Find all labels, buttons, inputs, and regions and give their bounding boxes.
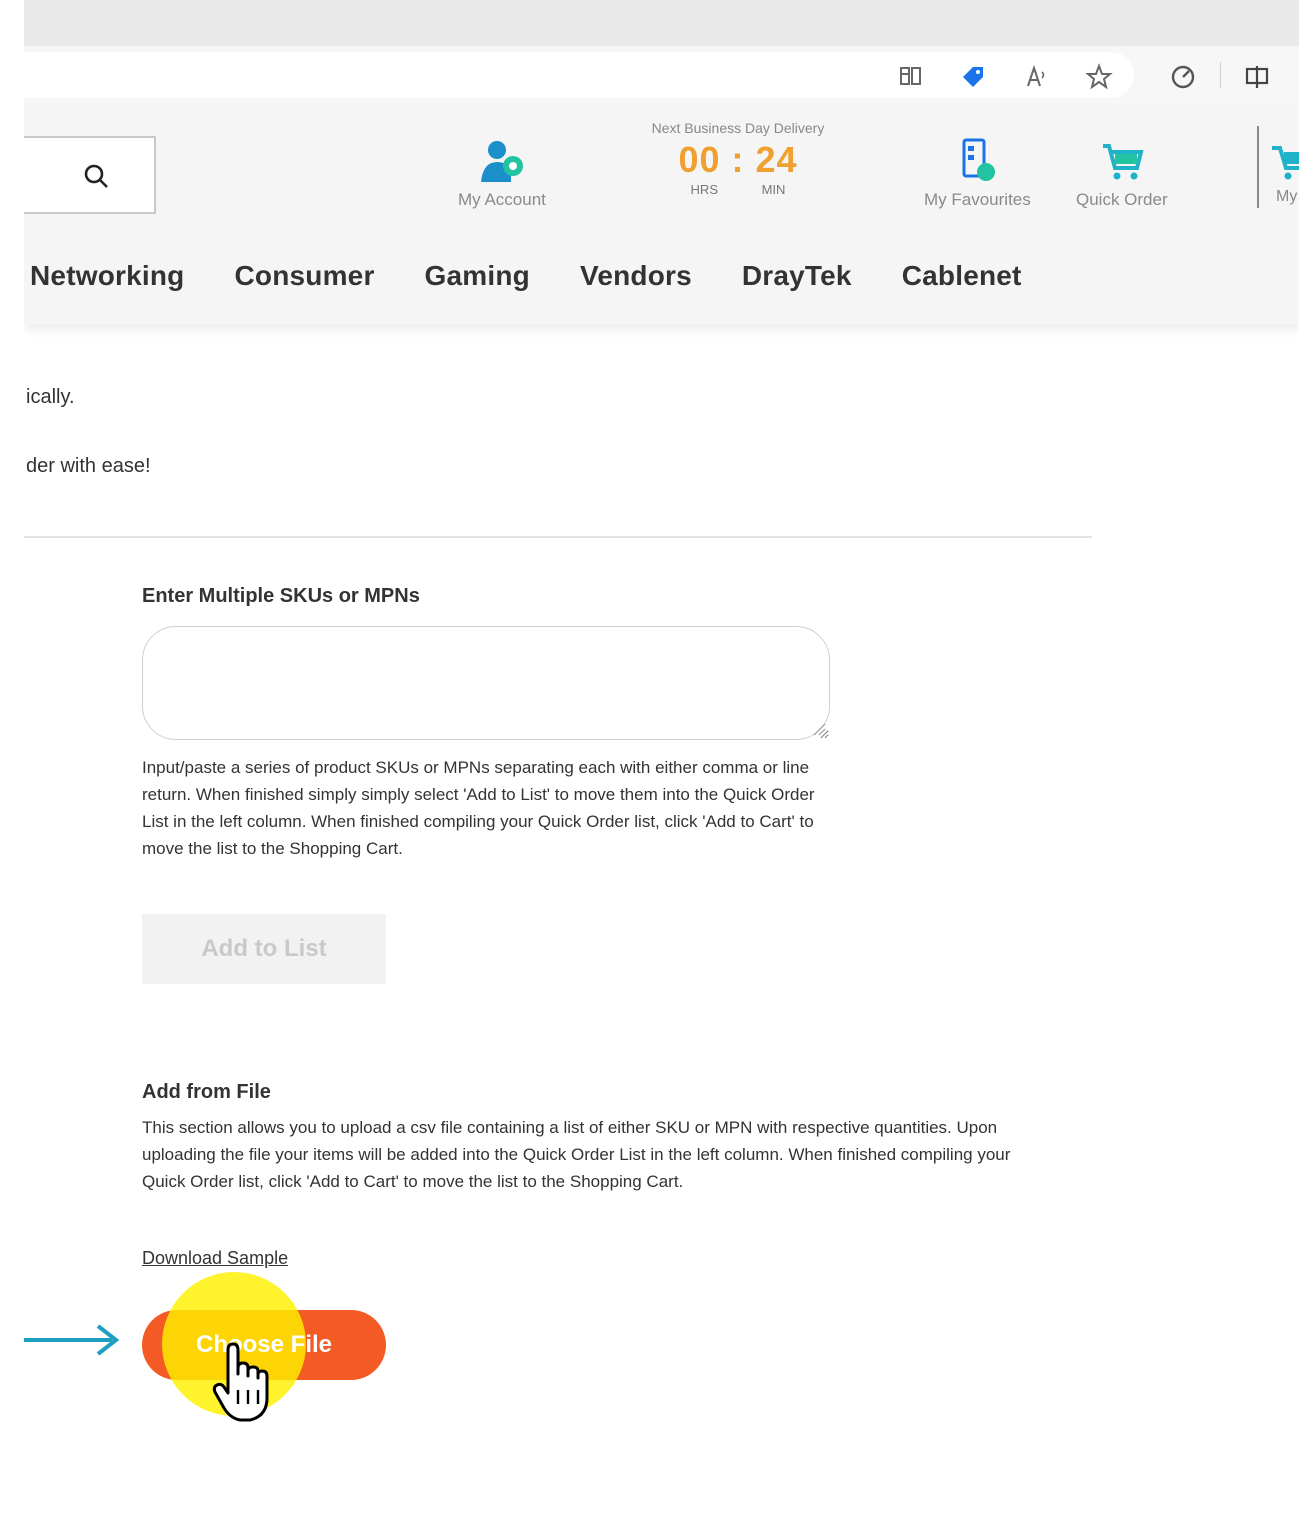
add-from-file-title: Add from File [142,1081,271,1103]
sku-textarea[interactable] [142,626,830,740]
quick-order-cart-icon [1102,144,1144,180]
intro-text-line-1: ically. [26,386,75,408]
coupon-tag-icon[interactable] [958,62,988,92]
countdown-timer: 00 : 24 [678,139,798,180]
my-favourites-label: My Favourites [924,190,1031,209]
quick-order-label: Quick Order [1076,190,1168,209]
immersive-reader-icon[interactable] [896,62,926,92]
nav-item-networking[interactable]: Networking [30,260,184,292]
account-icon [480,141,523,182]
extensions-icon[interactable] [1168,62,1198,92]
add-from-file-help-text: This section allows you to upload a csv … [142,1118,1011,1191]
countdown-units: HRS MIN [690,182,786,197]
add-to-list-button[interactable]: Add to List [142,914,386,984]
multi-sku-title: Enter Multiple SKUs or MPNs [142,585,420,607]
delivery-title: Next Business Day Delivery [651,120,825,136]
download-sample-link[interactable]: Download Sample [142,1248,288,1269]
delivery-countdown: Next Business Day Delivery 00 : 24 HRS M… [624,120,852,197]
search-icon [84,164,108,188]
read-aloud-icon[interactable] [1022,62,1052,92]
my-account-link[interactable]: My Account [458,136,546,210]
split-screen-icon[interactable] [1242,62,1272,92]
nav-item-cablenet[interactable]: Cablenet [902,260,1022,292]
toolbar-divider [1220,62,1221,88]
favorite-star-icon[interactable] [1084,62,1114,92]
resize-grip-icon[interactable] [812,722,826,736]
section-divider [24,536,1092,538]
header-divider [1257,126,1259,208]
main-nav: Networking Consumer Gaming Vendors DrayT… [30,260,1072,292]
quick-order-link[interactable]: Quick Order [1076,136,1168,210]
my-favourites-link[interactable]: My Favourites [924,136,1031,210]
intro-text-line-2: der with ease! [26,455,151,477]
nav-item-vendors[interactable]: Vendors [580,260,692,292]
favourites-icon [962,138,996,181]
cart-label[interactable]: My [1276,188,1297,206]
page-left-edge [0,0,24,1536]
browser-tab-strip [0,0,1299,46]
nav-item-consumer[interactable]: Consumer [234,260,374,292]
cart-icon[interactable] [1272,134,1299,184]
nav-item-draytek[interactable]: DrayTek [742,260,852,292]
multi-sku-help-text: Input/paste a series of product SKUs or … [142,758,815,858]
my-account-label: My Account [458,190,546,209]
hand-cursor-icon [212,1342,269,1422]
search-button[interactable] [24,136,156,214]
nav-item-gaming[interactable]: Gaming [425,260,530,292]
site-header: My Account Next Business Day Delivery 00… [24,106,1299,324]
